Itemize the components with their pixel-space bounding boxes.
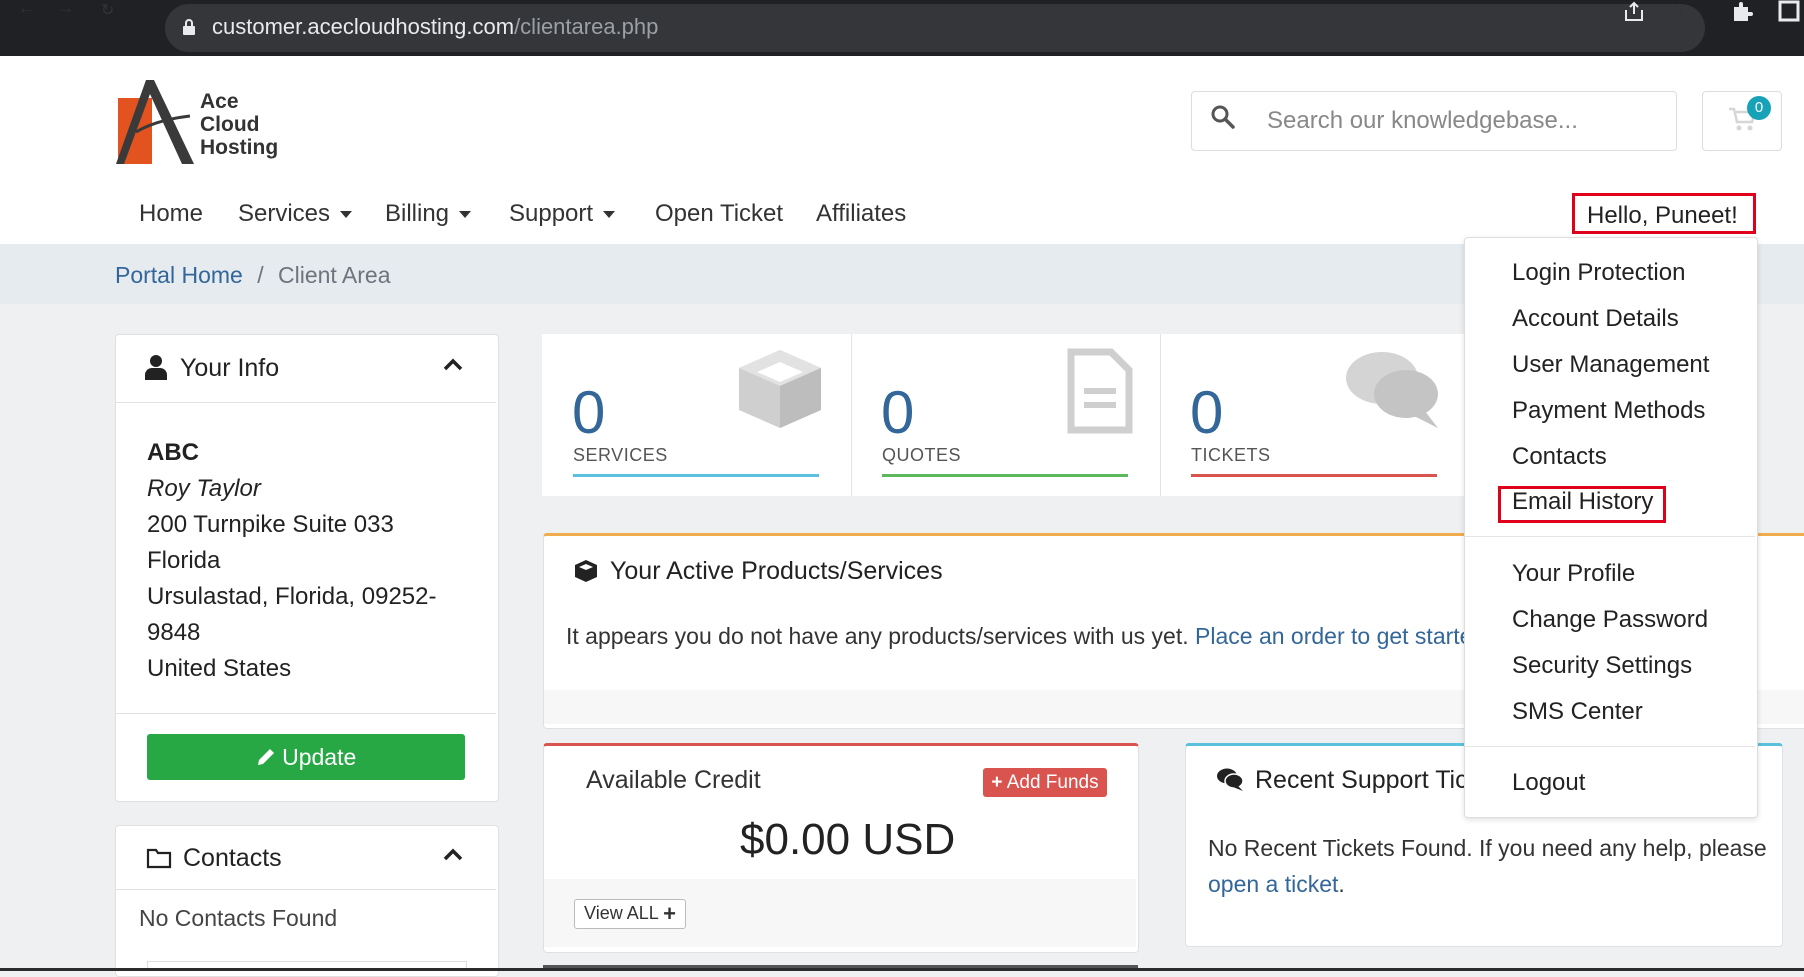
extensions-icon[interactable] <box>1731 0 1753 29</box>
document-icon <box>1067 348 1133 439</box>
user-greeting: Hello, Puneet! <box>1587 202 1738 229</box>
user-icon <box>145 354 167 385</box>
active-products-title: Your Active Products/Services <box>610 557 943 585</box>
no-tickets-end: . <box>1338 871 1345 897</box>
url-text[interactable]: customer.acecloudhosting.com/clientarea.… <box>212 14 658 40</box>
menu-divider <box>1465 746 1755 747</box>
no-products-text: It appears you do not have any products/… <box>566 623 1189 649</box>
nav-services-label: Services <box>238 200 331 227</box>
no-tickets-message: No Recent Tickets Found. If you need any… <box>1208 830 1768 902</box>
quotes-count: 0 <box>881 379 915 446</box>
no-products-message: It appears you do not have any products/… <box>566 623 1485 650</box>
search-input[interactable] <box>1265 100 1659 142</box>
plus-icon: + <box>663 901 676 926</box>
search-icon <box>1210 104 1236 135</box>
menu-login-protection[interactable]: Login Protection <box>1512 259 1685 287</box>
cube-icon <box>573 558 599 589</box>
nav-services[interactable]: Services <box>238 200 353 228</box>
country: United States <box>147 655 292 682</box>
no-contacts-text: No Contacts Found <box>139 905 338 931</box>
services-label: SERVICES <box>573 445 668 465</box>
contacts-title: Contacts <box>183 844 282 872</box>
logo-mark[interactable] <box>116 80 196 171</box>
menu-change-password[interactable]: Change Password <box>1512 606 1708 634</box>
caret-down-icon <box>459 211 472 219</box>
company-name: ABC <box>147 439 199 466</box>
services-underline <box>573 474 819 477</box>
tickets-underline <box>1191 474 1437 477</box>
caret-down-icon <box>340 211 353 219</box>
nav-billing[interactable]: Billing <box>385 200 472 228</box>
contacts-header[interactable] <box>116 826 496 890</box>
tickets-label: TICKETS <box>1191 445 1271 465</box>
client-name: Roy Taylor <box>147 475 261 502</box>
view-all-button[interactable]: View ALL + <box>574 899 686 929</box>
address-line-2: Florida <box>147 547 221 574</box>
window-icon[interactable] <box>1778 0 1800 27</box>
chevron-up-icon[interactable] <box>442 844 464 871</box>
user-menu-toggle[interactable]: Hello, Puneet! <box>1572 193 1756 249</box>
comments-icon <box>1216 767 1244 796</box>
menu-payment-methods[interactable]: Payment Methods <box>1512 397 1705 425</box>
caret-down-icon <box>603 211 616 219</box>
city-line-cont: 9848 <box>147 619 201 646</box>
menu-user-management[interactable]: User Management <box>1512 351 1709 379</box>
menu-logout[interactable]: Logout <box>1512 769 1585 797</box>
chevron-up-icon[interactable] <box>442 354 464 381</box>
logo-text[interactable]: Ace Cloud Hosting <box>200 90 278 159</box>
client-details: ABC Roy Taylor 200 Turnpike Suite 033 Fl… <box>147 435 436 687</box>
your-info-header[interactable] <box>116 335 496 403</box>
no-tickets-text: No Recent Tickets Found. If you need any… <box>1208 835 1767 861</box>
nav-home[interactable]: Home <box>139 200 203 228</box>
reload-icon[interactable]: ↻ <box>101 0 114 20</box>
menu-contacts[interactable]: Contacts <box>1512 443 1607 471</box>
credit-amount: $0.00 USD <box>740 815 956 864</box>
update-button-label: Update <box>282 743 357 770</box>
services-count: 0 <box>572 379 606 446</box>
folder-icon <box>146 847 172 874</box>
menu-sms-center[interactable]: SMS Center <box>1512 698 1643 726</box>
star-icon[interactable]: ☆ <box>1670 0 1684 20</box>
menu-your-profile[interactable]: Your Profile <box>1512 560 1635 588</box>
available-credit-title: Available Credit <box>586 766 761 794</box>
menu-divider <box>1465 536 1755 537</box>
cube-icon <box>737 348 823 435</box>
comments-icon <box>1344 350 1442 435</box>
view-all-label: View ALL <box>584 903 659 923</box>
breadcrumb-separator: / <box>257 262 264 288</box>
add-funds-button[interactable]: + Add Funds <box>983 768 1107 797</box>
breadcrumb-home[interactable]: Portal Home <box>115 262 243 288</box>
place-order-link[interactable]: Place an order to get started <box>1195 623 1485 649</box>
quotes-label: QUOTES <box>882 445 962 465</box>
menu-security-settings[interactable]: Security Settings <box>1512 652 1692 680</box>
nav-support[interactable]: Support <box>509 200 616 228</box>
city-line: Ursulastad, Florida, 09252- <box>147 583 437 610</box>
breadcrumb-current: Client Area <box>278 262 391 288</box>
email-history-highlight <box>1498 486 1666 523</box>
address-line-1: 200 Turnpike Suite 033 <box>147 511 394 538</box>
update-button[interactable]: Update <box>147 734 465 780</box>
add-funds-label: Add Funds <box>1006 771 1099 793</box>
nav-support-label: Support <box>509 200 594 227</box>
pencil-icon <box>257 748 274 765</box>
nav-open-ticket[interactable]: Open Ticket <box>655 200 783 228</box>
lock-icon[interactable] <box>182 18 196 41</box>
nav-billing-label: Billing <box>385 200 450 227</box>
quotes-underline <box>882 474 1128 477</box>
share-icon[interactable] <box>1622 0 1646 29</box>
back-arrow-icon[interactable]: ← <box>18 0 34 18</box>
your-info-title: Your Info <box>180 354 280 382</box>
menu-account-details[interactable]: Account Details <box>1512 305 1679 333</box>
tickets-count: 0 <box>1190 379 1224 446</box>
nav-affiliates[interactable]: Affiliates <box>816 200 906 228</box>
breadcrumb: Portal Home / Client Area <box>115 262 391 289</box>
open-ticket-link[interactable]: open a ticket <box>1208 871 1338 897</box>
plus-icon: + <box>991 771 1003 793</box>
cart-count-badge: 0 <box>1747 96 1771 120</box>
forward-arrow-icon[interactable]: → <box>58 0 74 18</box>
